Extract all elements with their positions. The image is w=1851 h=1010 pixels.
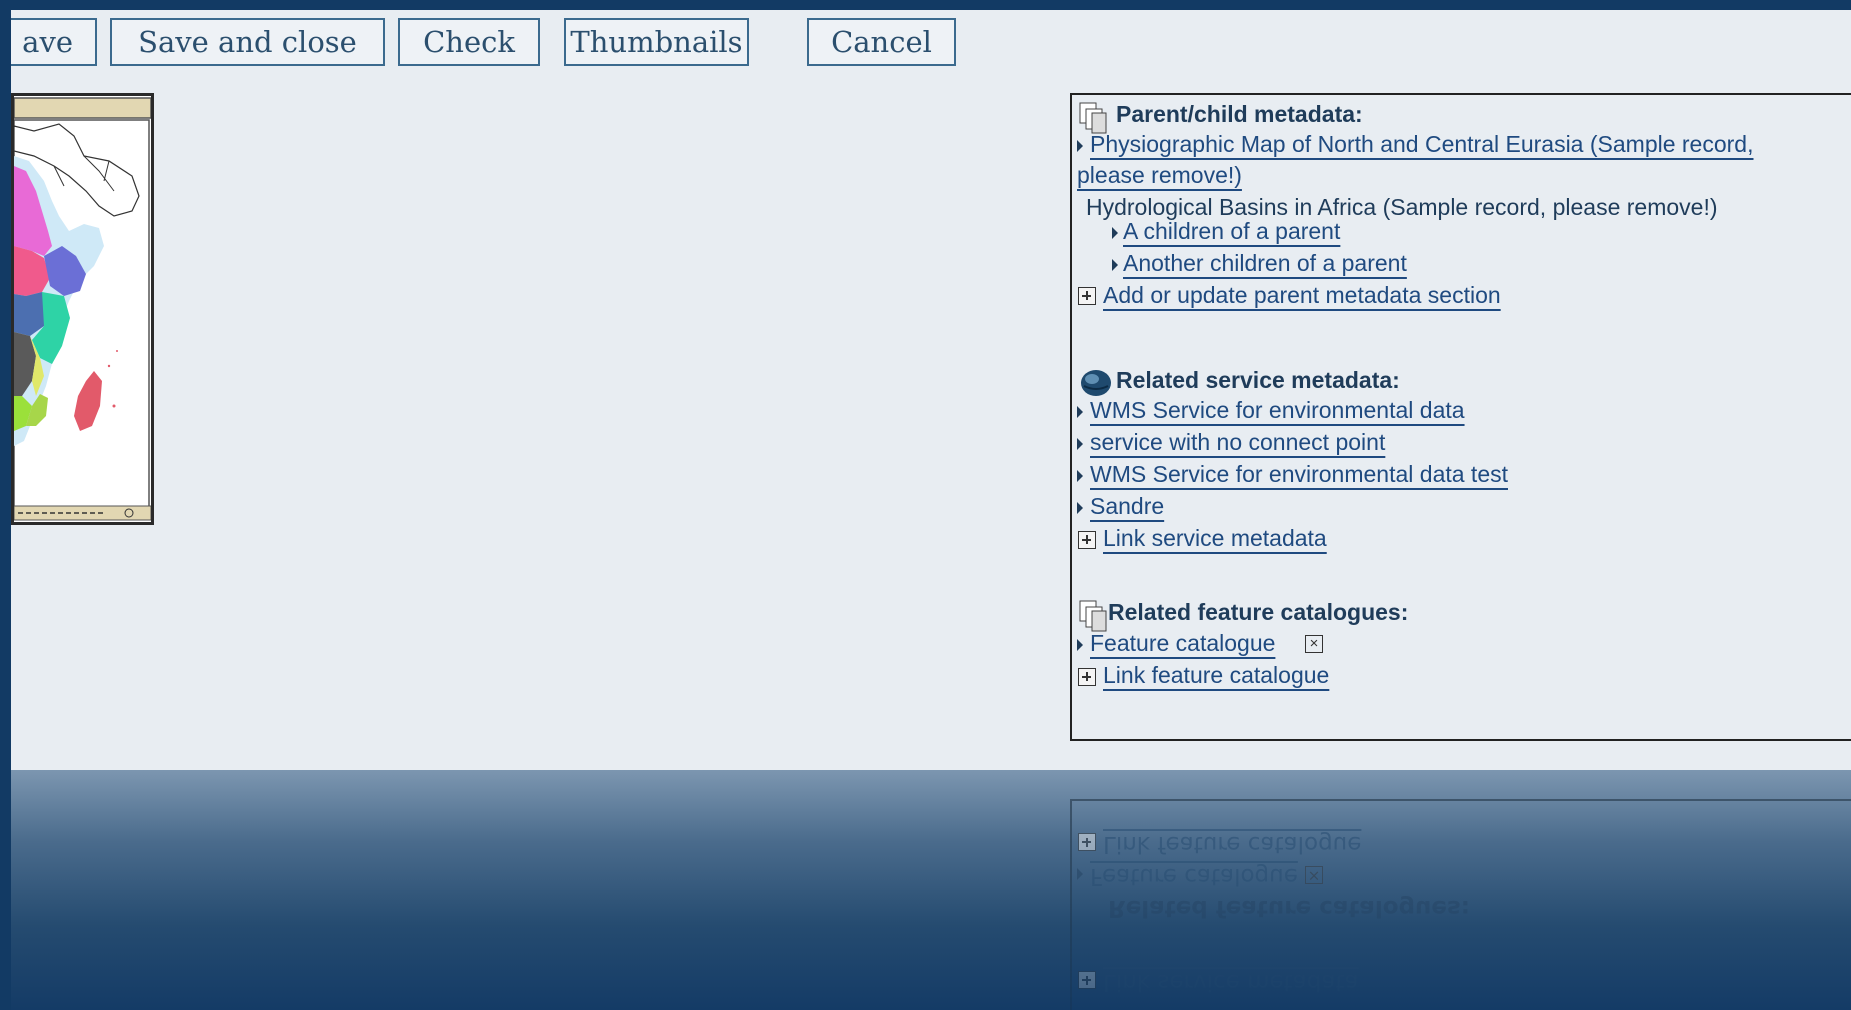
cancel-button[interactable]: Cancel [807, 18, 956, 66]
link-service-metadata-link: Link service metadata [1103, 969, 1359, 995]
check-button[interactable]: Check [398, 18, 540, 66]
link-feature-catalogue-link: Link feature catalogue [1103, 831, 1362, 857]
child-link[interactable]: A children of a parent [1123, 218, 1340, 245]
link-feature-catalogue-link[interactable]: Link feature catalogue [1103, 662, 1329, 689]
reflected-panel: Link feature catalogue Feature catalogue… [1070, 799, 1851, 1010]
add-icon [1078, 971, 1096, 989]
remove-icon: × [1305, 866, 1323, 885]
arrow-right-icon [1077, 502, 1083, 514]
parent-child-title: Parent/child metadata: [1116, 101, 1363, 127]
arrow-right-icon [1077, 438, 1083, 450]
thumbnails-button[interactable]: Thumbnails [564, 18, 749, 66]
top-frame-border [0, 0, 1851, 10]
service-link[interactable]: WMS Service for environmental data [1090, 397, 1465, 424]
parent-link[interactable]: Physiographic Map of North and Central E… [1090, 131, 1754, 158]
feature-catalogue-title: Related feature catalogues: [1108, 599, 1409, 625]
feature-catalogue-link: Feature catalogue [1090, 863, 1298, 889]
related-metadata-panel: Parent/child metadata: Physiographic Map… [1070, 93, 1851, 741]
service-metadata-title: Related service metadata: [1116, 367, 1400, 393]
link-service-metadata-link[interactable]: Link service metadata [1103, 525, 1327, 552]
add-icon [1078, 833, 1096, 851]
service-link[interactable]: Sandre [1090, 493, 1164, 520]
arrow-right-icon [1077, 470, 1083, 482]
metadata-editor-page: ave Save and close Check Thumbnails Canc… [11, 10, 1851, 770]
child-link[interactable]: Another children of a parent [1123, 250, 1407, 277]
add-icon[interactable] [1078, 287, 1096, 305]
current-record: Hydrological Basins in Africa (Sample re… [1086, 194, 1718, 220]
arrow-right-icon [1077, 140, 1083, 152]
arrow-right-icon [1077, 639, 1083, 651]
arrow-right-icon [1112, 227, 1118, 239]
arrow-right-icon [1077, 406, 1083, 418]
remove-icon[interactable]: × [1305, 635, 1323, 653]
page-reflection: Link feature catalogue Feature catalogue… [11, 770, 1851, 1010]
add-icon[interactable] [1078, 668, 1096, 686]
save-button[interactable]: ave [11, 18, 97, 66]
arrow-right-icon [1077, 868, 1083, 880]
parent-link-wrap[interactable]: please remove!) [1077, 162, 1242, 189]
add-icon[interactable] [1078, 531, 1096, 549]
desktop-stage: ave Save and close Check Thumbnails Canc… [0, 0, 1851, 1010]
left-frame-border [0, 0, 11, 1010]
map-thumbnail-africa [14, 96, 151, 522]
service-link[interactable]: service with no connect point [1090, 429, 1385, 456]
service-link[interactable]: WMS Service for environmental data test [1090, 461, 1508, 488]
arrow-right-icon [1112, 259, 1118, 271]
feature-catalogue-link[interactable]: Feature catalogue [1090, 630, 1275, 657]
add-parent-metadata-link[interactable]: Add or update parent metadata section [1103, 282, 1501, 309]
map-thumbnail[interactable] [11, 93, 154, 525]
feature-catalogue-title: Related feature catalogues: [1108, 895, 1470, 921]
save-and-close-button[interactable]: Save and close [110, 18, 385, 66]
